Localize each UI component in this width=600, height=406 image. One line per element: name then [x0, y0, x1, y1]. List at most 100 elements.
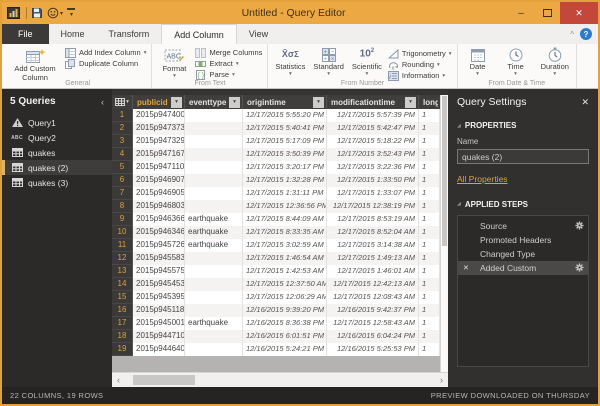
cell-longitude-clipped[interactable]: 1 — [419, 330, 440, 343]
cell-modificationtime[interactable]: 12/17/2015 5:18:22 PM — [327, 135, 419, 148]
cell-modificationtime[interactable]: 12/17/2015 5:57:39 PM — [327, 109, 419, 122]
column-header-publicid[interactable]: publicid ▾ — [133, 95, 185, 109]
cell-origintime[interactable]: 12/16/2015 8:36:38 PM — [243, 317, 327, 330]
cell-publicid[interactable]: 2015p944640 — [133, 343, 185, 356]
cell-publicid[interactable]: 2015p945395 — [133, 291, 185, 304]
query-item-query1[interactable]: Query1 — [2, 115, 112, 130]
cell-publicid[interactable]: 2015p945118 — [133, 304, 185, 317]
cell-longitude-clipped[interactable]: 1 — [419, 174, 440, 187]
rounding-button[interactable]: .0 Rounding ▾ — [388, 59, 452, 70]
cell-longitude-clipped[interactable]: 1 — [419, 343, 440, 356]
maximize-button[interactable] — [534, 2, 560, 24]
cell-publicid[interactable]: 2015p946907 — [133, 174, 185, 187]
format-button[interactable]: ABC Format ▾ — [157, 46, 191, 80]
scientific-button[interactable]: 102 Scientific ▾ — [350, 46, 384, 81]
duration-button[interactable]: Duration ▾ — [539, 46, 571, 78]
collapse-ribbon-icon[interactable]: ^ — [570, 30, 574, 39]
cell-modificationtime[interactable]: 12/16/2015 9:42:37 PM — [327, 304, 419, 317]
cell-origintime[interactable]: 12/17/2015 5:17:09 PM — [243, 135, 327, 148]
cell-modificationtime[interactable]: 12/17/2015 3:22:36 PM — [327, 161, 419, 174]
scrollbar-track[interactable] — [125, 373, 435, 387]
extract-button[interactable]: Extract ▾ — [195, 58, 262, 69]
cell-modificationtime[interactable]: 12/17/2015 3:14:38 AM — [327, 239, 419, 252]
scroll-right-icon[interactable]: › — [435, 374, 448, 387]
cell-origintime[interactable]: 12/17/2015 1:31:11 PM — [243, 187, 327, 200]
time-button[interactable]: Time ▾ — [501, 46, 531, 78]
cell-longitude-clipped[interactable]: 1 — [419, 213, 440, 226]
cell-origintime[interactable]: 12/17/2015 1:46:54 AM — [243, 252, 327, 265]
cell-modificationtime[interactable]: 12/17/2015 12:38:19 PM — [327, 200, 419, 213]
cell-origintime[interactable]: 12/17/2015 5:40:41 PM — [243, 122, 327, 135]
column-header-eventtype[interactable]: eventtype ▾ — [185, 95, 243, 109]
cell-eventtype[interactable] — [185, 265, 243, 278]
applied-step-added-custom[interactable]: ✕ Added Custom — [458, 260, 588, 275]
cell-eventtype[interactable] — [185, 278, 243, 291]
applied-step-source[interactable]: Source — [458, 219, 588, 233]
query-item-quakes-2[interactable]: quakes (2) — [2, 160, 112, 175]
tab-view[interactable]: View — [237, 24, 280, 44]
cell-modificationtime[interactable]: 12/17/2015 1:33:50 PM — [327, 174, 419, 187]
cell-publicid[interactable]: 2015p947329 — [133, 135, 185, 148]
cell-publicid[interactable]: 2015p945001 — [133, 317, 185, 330]
filter-dropdown-icon[interactable]: ▾ — [229, 96, 240, 108]
cell-modificationtime[interactable]: 12/17/2015 12:42:13 AM — [327, 278, 419, 291]
query-item-quakes[interactable]: quakes — [2, 145, 112, 160]
filter-dropdown-icon[interactable]: ▾ — [405, 96, 416, 108]
cell-publicid[interactable]: 2015p945583 — [133, 252, 185, 265]
column-header-longi[interactable]: longi — [419, 95, 440, 109]
column-header-modificationtime[interactable]: modificationtime ▾ — [327, 95, 419, 109]
collapse-pane-icon[interactable]: ‹ — [101, 97, 104, 107]
cell-eventtype[interactable] — [185, 148, 243, 161]
scrollbar-thumb[interactable] — [442, 96, 447, 246]
cell-longitude-clipped[interactable]: 1 — [419, 187, 440, 200]
parse-button[interactable]: { } Parse ▾ — [195, 69, 262, 80]
cell-eventtype[interactable] — [185, 161, 243, 174]
cell-publicid[interactable]: 2015p944710 — [133, 330, 185, 343]
gear-icon[interactable] — [575, 221, 584, 230]
cell-modificationtime[interactable]: 12/17/2015 12:08:43 AM — [327, 291, 419, 304]
merge-columns-button[interactable]: Merge Columns — [195, 47, 262, 58]
trigonometry-button[interactable]: Trigonometry ▾ — [387, 48, 452, 59]
standard-button[interactable]: + − ÷ × Standard ▾ — [311, 46, 345, 81]
tab-home[interactable]: Home — [49, 24, 97, 44]
cell-modificationtime[interactable]: 12/16/2015 6:04:24 PM — [327, 330, 419, 343]
cell-longitude-clipped[interactable]: 1 — [419, 200, 440, 213]
qat-customize-icon[interactable]: ▾ — [67, 8, 76, 18]
help-icon[interactable]: ? — [580, 28, 592, 40]
cell-eventtype[interactable] — [185, 291, 243, 304]
cell-longitude-clipped[interactable]: 1 — [419, 278, 440, 291]
gear-icon[interactable] — [575, 263, 584, 272]
cell-longitude-clipped[interactable]: 1 — [419, 291, 440, 304]
delete-step-icon[interactable]: ✕ — [463, 264, 469, 272]
cell-longitude-clipped[interactable]: 1 — [419, 226, 440, 239]
cell-publicid[interactable]: 2015p945726 — [133, 239, 185, 252]
cell-modificationtime[interactable]: 12/17/2015 1:33:07 PM — [327, 187, 419, 200]
cell-origintime[interactable]: 12/16/2015 6:01:51 PM — [243, 330, 327, 343]
query-item-query2[interactable]: ABC Query2 — [2, 130, 112, 145]
scrollbar-thumb[interactable] — [133, 375, 195, 385]
all-properties-link[interactable]: All Properties — [457, 174, 508, 184]
column-header-origintime[interactable]: origintime ▾ — [243, 95, 327, 109]
add-index-column-button[interactable]: Add Index Column ▾ — [65, 47, 146, 58]
minimize-button[interactable]: – — [508, 2, 534, 24]
applied-steps-section-header[interactable]: ◢ APPLIED STEPS — [457, 200, 589, 209]
tab-transform[interactable]: Transform — [97, 24, 162, 44]
cell-origintime[interactable]: 12/17/2015 5:55:20 PM — [243, 109, 327, 122]
feedback-smiley-icon[interactable]: ▾ — [47, 7, 63, 19]
cell-modificationtime[interactable]: 12/17/2015 8:53:19 AM — [327, 213, 419, 226]
cell-origintime[interactable]: 12/16/2015 5:24:21 PM — [243, 343, 327, 356]
cell-origintime[interactable]: 12/16/2015 9:39:20 PM — [243, 304, 327, 317]
cell-modificationtime[interactable]: 12/17/2015 8:52:04 AM — [327, 226, 419, 239]
cell-origintime[interactable]: 12/17/2015 12:36:56 PM — [243, 200, 327, 213]
cell-eventtype[interactable] — [185, 200, 243, 213]
cell-longitude-clipped[interactable]: 1 — [419, 135, 440, 148]
cell-eventtype[interactable] — [185, 343, 243, 356]
cell-origintime[interactable]: 12/17/2015 3:50:39 PM — [243, 148, 327, 161]
filter-dropdown-icon[interactable]: ▾ — [171, 96, 182, 108]
cell-eventtype[interactable]: earthquake — [185, 213, 243, 226]
app-icon[interactable] — [7, 7, 20, 19]
cell-modificationtime[interactable]: 12/17/2015 12:58:43 AM — [327, 317, 419, 330]
close-settings-icon[interactable]: ✕ — [581, 97, 589, 108]
cell-eventtype[interactable]: earthquake — [185, 239, 243, 252]
applied-step-promoted-headers[interactable]: Promoted Headers — [458, 233, 588, 247]
